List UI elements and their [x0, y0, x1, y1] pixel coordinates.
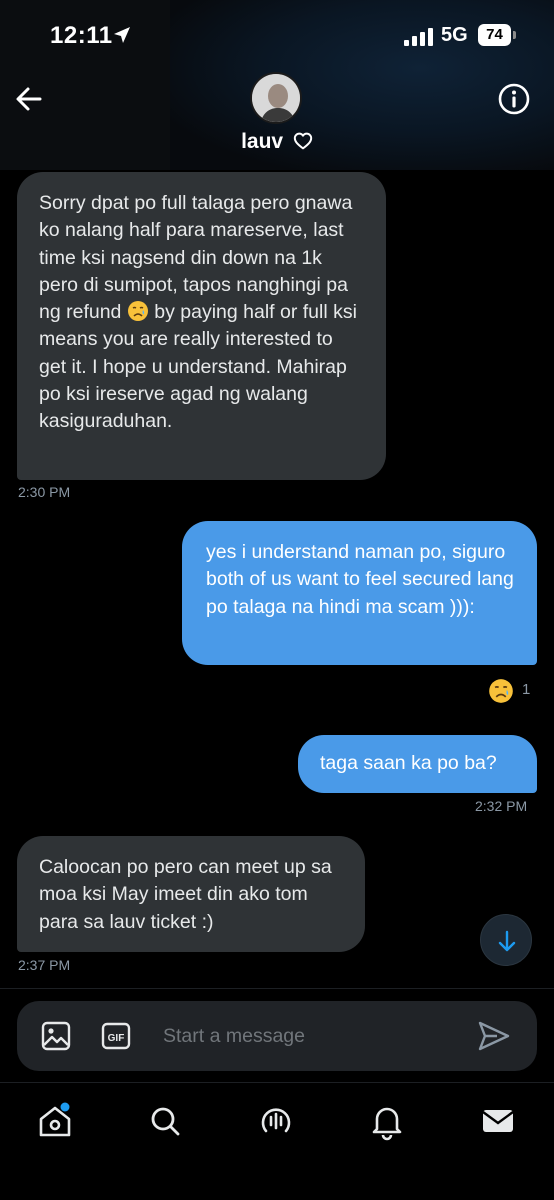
bottom-navigation: [0, 1082, 554, 1200]
location-arrow-icon: [114, 27, 130, 43]
contact-name-text: lauv: [241, 130, 284, 153]
message-text: yes i understand naman po, siguro both o…: [206, 541, 514, 618]
nav-notifications[interactable]: [367, 1101, 407, 1141]
messages-icon: [482, 1110, 514, 1132]
battery-level: 74: [486, 26, 503, 43]
nav-spaces[interactable]: [256, 1101, 296, 1141]
message-bubble-incoming[interactable]: Sorry dpat po full talaga pero gnawa ko …: [17, 172, 386, 480]
nav-messages[interactable]: [478, 1101, 518, 1141]
nav-home[interactable]: [35, 1101, 75, 1141]
crying-face-emoji-icon: [127, 301, 148, 322]
spaces-icon: [261, 1108, 291, 1133]
avatar[interactable]: [250, 72, 302, 124]
status-bar: 12:11 5G 74: [0, 0, 554, 70]
image-icon[interactable]: [41, 1021, 71, 1051]
message-composer: GIF: [17, 1001, 537, 1071]
status-time: 12:11: [50, 22, 113, 49]
message-timestamp: 2:30 PM: [18, 484, 71, 500]
scroll-to-bottom-button[interactable]: [480, 914, 532, 966]
crying-face-emoji-icon: [489, 679, 513, 703]
nav-search[interactable]: [145, 1101, 185, 1141]
notification-badge: [60, 1102, 70, 1112]
reaction-count: 1: [522, 681, 531, 698]
home-icon: [39, 1102, 71, 1137]
network-type: 5G: [441, 24, 468, 46]
message-bubble-outgoing[interactable]: taga saan ka po ba?: [298, 735, 537, 793]
message-timestamp: 2:37 PM: [18, 957, 71, 973]
message-bubble-incoming[interactable]: Caloocan po pero can meet up sa moa ksi …: [17, 836, 365, 952]
message-input[interactable]: [163, 1016, 463, 1056]
contact-name[interactable]: lauv: [0, 130, 554, 154]
info-icon[interactable]: [496, 81, 532, 117]
message-bubble-outgoing[interactable]: yes i understand naman po, siguro both o…: [182, 521, 537, 665]
arrow-down-icon: [498, 930, 516, 952]
send-icon[interactable]: [477, 1020, 511, 1052]
battery-icon: 74: [478, 24, 516, 46]
conversation-header: 12:11 5G 74 lauv: [0, 0, 554, 170]
gif-icon: GIF: [101, 1022, 131, 1050]
message-composer-bar: GIF: [0, 988, 554, 1082]
gif-label: GIF: [108, 1033, 125, 1044]
search-icon: [151, 1107, 180, 1136]
message-text: Caloocan po pero can meet up sa moa ksi …: [39, 856, 332, 933]
message-text: taga saan ka po ba?: [320, 752, 497, 774]
message-reaction[interactable]: 1: [488, 678, 530, 704]
gif-button[interactable]: GIF: [101, 1022, 131, 1050]
signal-icon: [404, 28, 433, 46]
notifications-icon: [372, 1107, 402, 1141]
heart-icon: [293, 132, 313, 150]
back-arrow-icon[interactable]: [12, 82, 46, 116]
message-timestamp: 2:32 PM: [475, 798, 528, 814]
